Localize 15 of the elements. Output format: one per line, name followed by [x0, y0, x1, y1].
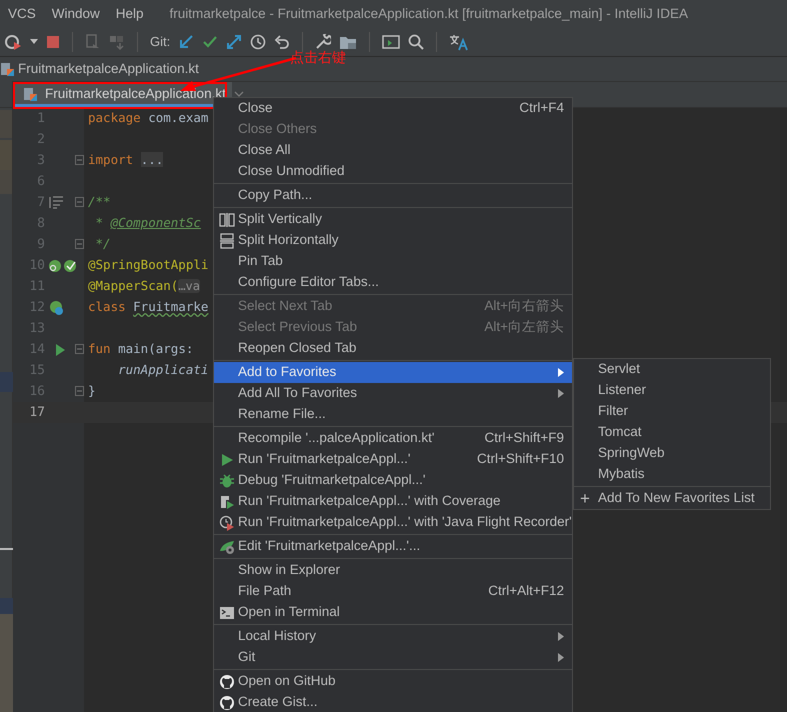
- code-line: fun main(args:: [88, 340, 194, 358]
- window-title: fruitmarketpalce - FruitmarketpalceApplication.kt [fruitmarketpalce_main] - IntelliJ IDEA: [170, 5, 688, 23]
- code-line: package com.exam: [88, 109, 208, 128]
- code-line: import ...: [88, 151, 164, 170]
- git-label: Git:: [150, 33, 170, 52]
- code-line: }: [88, 382, 96, 400]
- code-line: @MapperScan(…va: [88, 277, 200, 296]
- code-line: /**: [88, 193, 111, 212]
- code-line: */: [94, 235, 111, 254]
- line-number: 17: [28, 404, 45, 422]
- code-line: @SpringBootAppli: [88, 256, 208, 274]
- code-line: * @ComponentSc: [94, 214, 201, 232]
- code-line: runApplicati: [117, 361, 208, 380]
- code-line: class Fruitmarke: [88, 298, 208, 316]
- annotation-text: 点击右键: [290, 48, 346, 67]
